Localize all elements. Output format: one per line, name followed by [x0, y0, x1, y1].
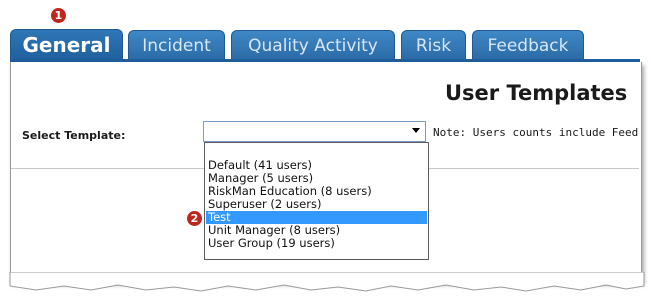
tab-bar: General Incident Quality Activity Risk F…	[0, 0, 651, 62]
tab-risk[interactable]: Risk	[401, 30, 466, 60]
select-template-label: Select Template:	[22, 129, 126, 142]
step-marker-1: 1	[51, 8, 66, 23]
tab-general[interactable]: General	[10, 29, 123, 61]
users-count-note: Note: Users counts include Feed	[433, 126, 639, 139]
dropdown-option-user-group[interactable]: User Group (19 users)	[206, 237, 427, 250]
tab-feedback[interactable]: Feedback	[472, 30, 584, 60]
template-dropdown-list[interactable]: Default (41 users) Manager (5 users) Ris…	[204, 142, 429, 260]
step-marker-2: 2	[187, 211, 202, 226]
template-select[interactable]	[203, 121, 426, 142]
page-title: User Templates	[445, 81, 628, 105]
dropdown-option-blank[interactable]	[206, 144, 427, 157]
tab-quality-activity[interactable]: Quality Activity	[231, 30, 395, 60]
tab-incident[interactable]: Incident	[128, 30, 225, 60]
dropdown-arrow-icon[interactable]	[412, 128, 420, 133]
torn-edge	[9, 272, 645, 292]
dropdown-option-superuser[interactable]: Superuser (2 users)	[206, 198, 427, 211]
